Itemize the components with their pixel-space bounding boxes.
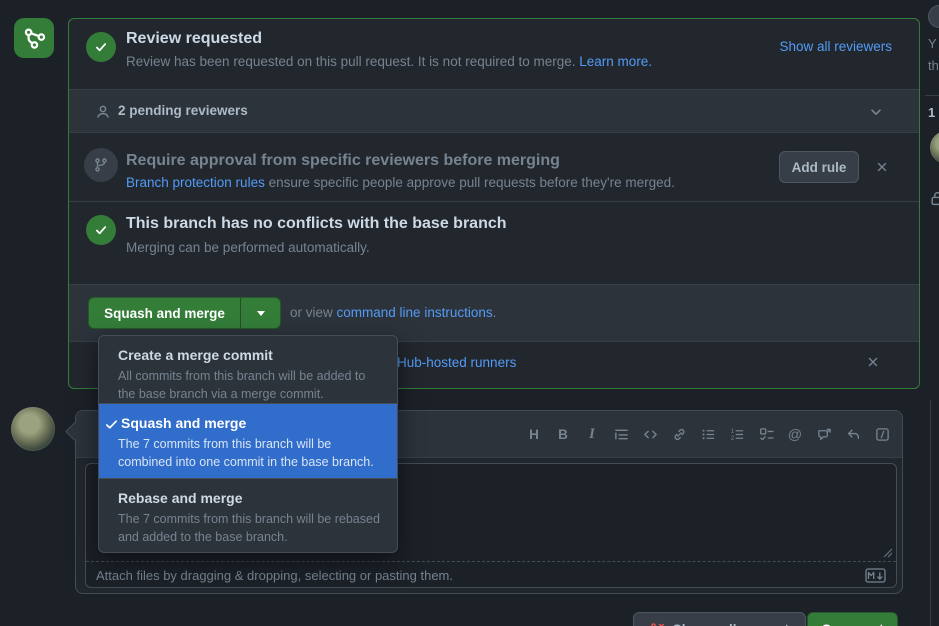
bold-icon: B xyxy=(558,427,568,442)
or-view-text: or view xyxy=(290,305,333,320)
menu-item-title: Squash and merge xyxy=(121,414,385,433)
pr-merge-page: Review requested Review has been request… xyxy=(0,0,939,626)
attach-files-row[interactable]: Attach files by dragging & dropping, sel… xyxy=(86,562,896,588)
toolbar-link-button[interactable] xyxy=(669,421,689,447)
menu-item-squash-and-merge[interactable]: Squash and merge The 7 commits from this… xyxy=(99,403,397,478)
git-branch-icon xyxy=(84,148,118,182)
attach-files-hint: Attach files by dragging & dropping, sel… xyxy=(96,568,865,583)
squash-and-merge-button[interactable]: Squash and merge xyxy=(88,297,240,329)
chevron-down-icon[interactable] xyxy=(869,105,883,119)
code-icon xyxy=(643,427,658,442)
commit-network-icon xyxy=(22,26,46,50)
close-pull-request-button[interactable]: Close pull request xyxy=(633,612,806,626)
unordered-list-icon xyxy=(701,427,716,442)
user-avatar[interactable] xyxy=(11,407,55,451)
toolbar-slash-command-button[interactable] xyxy=(872,421,892,447)
dismiss-protection-icon[interactable] xyxy=(873,158,891,176)
check-icon xyxy=(104,417,119,432)
command-line-instructions-link[interactable]: command line instructions xyxy=(337,305,493,320)
timeline-merge-badge xyxy=(14,18,54,58)
close-pull-request-label: Close pull request xyxy=(672,622,789,626)
close-icon xyxy=(866,355,880,369)
mention-icon: @ xyxy=(788,426,802,442)
toolbar-code-button[interactable] xyxy=(640,421,660,447)
comment-button[interactable]: Comment xyxy=(807,612,898,626)
toolbar-reply-button[interactable] xyxy=(843,421,863,447)
quote-icon xyxy=(614,427,629,442)
toolbar-bold-button[interactable]: B xyxy=(553,421,573,447)
participants-count-fragment: 1 xyxy=(928,105,935,120)
protection-description: ensure specific people approve pull requ… xyxy=(269,175,675,190)
link-icon xyxy=(672,427,687,442)
menu-item-rebase-and-merge[interactable]: Rebase and merge The 7 commits from this… xyxy=(99,478,397,553)
no-conflicts-title: This branch has no conflicts with the ba… xyxy=(126,215,507,233)
menu-item-description: All commits from this branch will be add… xyxy=(118,367,385,403)
no-conflicts-section: This branch has no conflicts with the ba… xyxy=(69,201,919,284)
menu-item-description: The 7 commits from this branch will be r… xyxy=(118,510,385,546)
resize-handle-icon[interactable] xyxy=(883,548,893,558)
toolbar-heading-button[interactable]: H xyxy=(524,421,544,447)
merge-options-dropdown: Create a merge commit All commits from t… xyxy=(98,335,398,553)
svg-text:1: 1 xyxy=(730,427,734,434)
participant-avatar[interactable] xyxy=(930,131,939,164)
pending-reviewers-row[interactable]: 2 pending reviewers xyxy=(69,89,919,133)
branch-protection-section: Require approval from specific reviewers… xyxy=(69,133,919,201)
menu-item-create-merge-commit[interactable]: Create a merge commit All commits from t… xyxy=(99,336,397,403)
menu-item-title: Create a merge commit xyxy=(118,346,385,365)
dismiss-runners-icon[interactable] xyxy=(864,353,882,371)
cross-reference-icon xyxy=(817,427,832,442)
toolbar-italic-button[interactable]: I xyxy=(582,421,602,447)
toolbar-unordered-list-button[interactable] xyxy=(698,421,718,447)
person-icon xyxy=(95,104,111,120)
review-requested-description: Review has been requested on this pull r… xyxy=(126,54,576,69)
toolbar-quote-button[interactable] xyxy=(611,421,631,447)
sidebar-text-fragment: th xyxy=(928,58,939,73)
italic-icon: I xyxy=(589,426,595,443)
sidebar-text-fragment: Y xyxy=(928,36,937,51)
protection-title: Require approval from specific reviewers… xyxy=(126,152,560,170)
markdown-toolbar: H B I 12 xyxy=(524,421,892,447)
slash-command-icon xyxy=(875,427,890,442)
merge-options-toggle[interactable] xyxy=(240,297,281,329)
toolbar-cross-reference-button[interactable] xyxy=(814,421,834,447)
toolbar-task-list-button[interactable] xyxy=(756,421,776,447)
lock-icon[interactable] xyxy=(929,190,939,207)
no-conflicts-description: Merging can be performed automatically. xyxy=(126,240,370,255)
toolbar-mention-button[interactable]: @ xyxy=(785,421,805,447)
ordered-list-icon: 12 xyxy=(730,427,745,442)
sidebar-button-fragment[interactable] xyxy=(928,5,939,28)
review-requested-title: Review requested xyxy=(126,30,262,48)
reply-icon xyxy=(846,427,861,442)
menu-item-title: Rebase and merge xyxy=(118,489,385,508)
check-circle-icon xyxy=(86,32,116,62)
toolbar-ordered-list-button[interactable]: 12 xyxy=(727,421,747,447)
svg-text:2: 2 xyxy=(730,435,734,442)
branch-protection-rules-link[interactable]: Branch protection rules xyxy=(126,175,265,190)
merge-action-section: Squash and merge or view command line in… xyxy=(69,284,919,341)
pr-closed-icon xyxy=(650,622,665,626)
hosted-runners-link-fragment[interactable]: Hub-hosted runners xyxy=(397,355,516,370)
check-circle-icon xyxy=(86,215,116,245)
heading-icon: H xyxy=(529,427,539,442)
caret-down-icon xyxy=(257,311,265,316)
pending-reviewers-label: 2 pending reviewers xyxy=(118,103,248,118)
learn-more-link[interactable]: Learn more. xyxy=(579,54,652,69)
menu-item-description: The 7 commits from this branch will be c… xyxy=(118,435,385,471)
show-all-reviewers-link[interactable]: Show all reviewers xyxy=(779,39,892,54)
add-rule-button[interactable]: Add rule xyxy=(779,151,859,183)
close-icon xyxy=(875,160,889,174)
sidebar-divider xyxy=(925,95,939,96)
content-column-divider xyxy=(930,400,931,626)
markdown-icon[interactable] xyxy=(865,568,886,583)
task-list-icon xyxy=(759,427,774,442)
review-requested-section: Review requested Review has been request… xyxy=(69,19,919,89)
merge-box: Review requested Review has been request… xyxy=(68,18,920,389)
sentence-period: . xyxy=(493,305,497,320)
